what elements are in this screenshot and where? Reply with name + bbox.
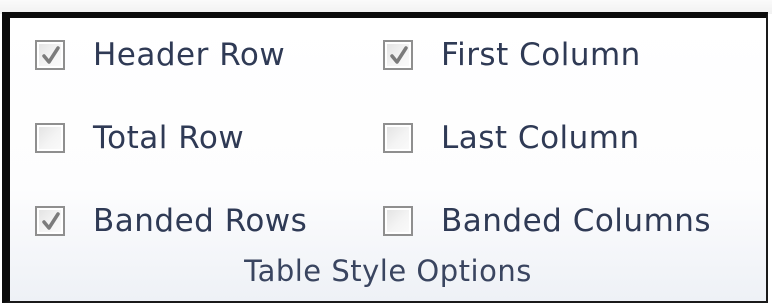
total-row-checkbox[interactable]	[35, 123, 65, 153]
checkmark-icon	[42, 46, 60, 64]
checkmark-icon	[42, 212, 60, 230]
banded-columns-checkbox[interactable]	[383, 206, 413, 236]
first-column-label: First Column	[441, 37, 641, 73]
table-style-options-group: Header Row First Column Total Row Last C…	[2, 12, 768, 303]
header-row-option[interactable]: Header Row	[35, 30, 285, 80]
banded-rows-label: Banded Rows	[93, 203, 308, 239]
first-column-option[interactable]: First Column	[383, 30, 641, 80]
group-title: Table Style Options	[244, 254, 532, 288]
banded-columns-label: Banded Columns	[441, 203, 712, 239]
header-row-checkbox[interactable]	[35, 40, 65, 70]
total-row-label: Total Row	[93, 120, 245, 156]
banded-rows-option[interactable]: Banded Rows	[35, 196, 307, 246]
banded-rows-checkbox[interactable]	[35, 206, 65, 236]
checkmark-icon	[390, 46, 408, 64]
first-column-checkbox[interactable]	[383, 40, 413, 70]
banded-columns-option[interactable]: Banded Columns	[383, 196, 711, 246]
header-row-label: Header Row	[93, 37, 286, 73]
last-column-option[interactable]: Last Column	[383, 113, 640, 163]
last-column-checkbox[interactable]	[383, 123, 413, 153]
total-row-option[interactable]: Total Row	[35, 113, 244, 163]
last-column-label: Last Column	[441, 120, 640, 156]
